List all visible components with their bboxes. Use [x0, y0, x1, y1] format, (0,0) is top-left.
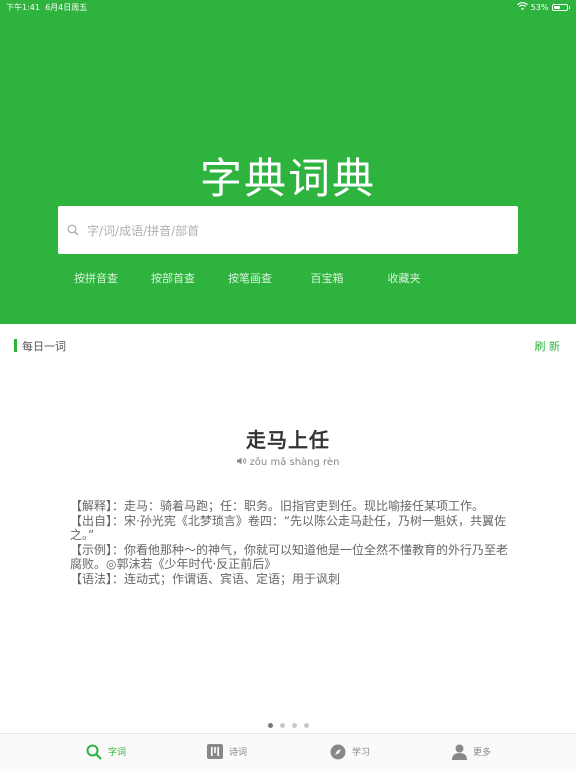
quick-link-pinyin[interactable]: 按拼音查 [56, 270, 136, 286]
definition-explanation: 【解释】：走马：骑着马跑；任：职务。旧指官吏到任。现比喻接任某项工作。 [70, 499, 485, 513]
definition-source: 【出自】：宋·孙光宪《北梦琐言》卷四：“先以陈公走马赴任，乃树一魁妖，共翼佐之。… [70, 513, 507, 543]
status-time-date: 下午1:41 6月4日周五 [6, 2, 87, 13]
page-dot[interactable] [303, 723, 309, 728]
daily-word: 走马上任 [246, 428, 330, 452]
section-accent-bar [14, 339, 17, 352]
app-title: 字典词典 [199, 154, 376, 203]
tab-label: 字词 [108, 748, 127, 758]
page-dot[interactable] [267, 723, 273, 728]
search-icon [67, 224, 79, 236]
app-header: 下午1:41 6月4日周五 53% 字典词典 字/词/成语/拼音/部首 按拼音查… [0, 0, 576, 324]
status-bar: 下午1:41 6月4日周五 53% [0, 0, 576, 14]
quick-link-toolbox[interactable]: 百宝箱 [287, 270, 367, 286]
quick-links: 按拼音查 按部首查 按笔画查 百宝箱 收藏夹 [0, 270, 576, 286]
wifi-icon [516, 2, 528, 12]
definition-example: 【示例】：你看他那种～的神气，你就可以知道他是一位全然不懂教育的外行乃至老腐败。… [70, 542, 509, 572]
battery-fill [553, 5, 560, 9]
battery-icon [551, 3, 568, 11]
search-icon [86, 744, 102, 760]
word-definition: 【解释】：走马：骑着马跑；任：职务。旧指官吏到任。现比喻接任某项工作。 【出自】… [70, 499, 510, 586]
quick-link-strokes[interactable]: 按笔画查 [210, 270, 290, 286]
search-placeholder: 字/词/成语/拼音/部首 [87, 223, 200, 238]
quick-link-radical[interactable]: 按部首查 [133, 270, 213, 286]
daily-word-pronunciation: zǒu mǎ shàng rèn [0, 457, 576, 468]
speaker-icon[interactable] [236, 457, 247, 468]
battery-percent: 53% [530, 2, 549, 12]
tab-more[interactable]: 更多 [452, 734, 491, 769]
status-date: 6月4日周五 [45, 3, 88, 12]
search-input[interactable]: 字/词/成语/拼音/部首 [58, 206, 518, 254]
pinyin-text: zǒu mǎ shàng rèn [249, 457, 340, 468]
tab-label: 更多 [473, 748, 492, 758]
page-indicator [0, 723, 576, 728]
quick-link-favorites[interactable]: 收藏夹 [364, 270, 444, 286]
tab-label: 诗词 [229, 748, 248, 758]
definition-grammar: 【语法】：连动式；作谓语、宾语、定语；用于讽刺 [70, 571, 341, 586]
tab-dictionary[interactable]: 字词 [86, 734, 126, 769]
battery-tip [568, 5, 570, 9]
page-dot[interactable] [291, 723, 297, 728]
person-icon [452, 744, 467, 760]
tab-poetry[interactable]: 诗词 [207, 734, 247, 769]
tab-bar: 字词 诗词 学习 更多 [0, 733, 576, 769]
refresh-button[interactable]: 刷 新 [535, 338, 561, 354]
compass-icon [330, 744, 346, 760]
status-indicators: 53% [516, 2, 570, 12]
section-title: 每日一词 [22, 340, 66, 353]
page-dot[interactable] [279, 723, 285, 728]
tab-study[interactable]: 学习 [330, 734, 370, 769]
tab-label: 学习 [352, 748, 371, 758]
status-time: 下午1:41 [6, 3, 40, 12]
book-icon [207, 744, 223, 759]
